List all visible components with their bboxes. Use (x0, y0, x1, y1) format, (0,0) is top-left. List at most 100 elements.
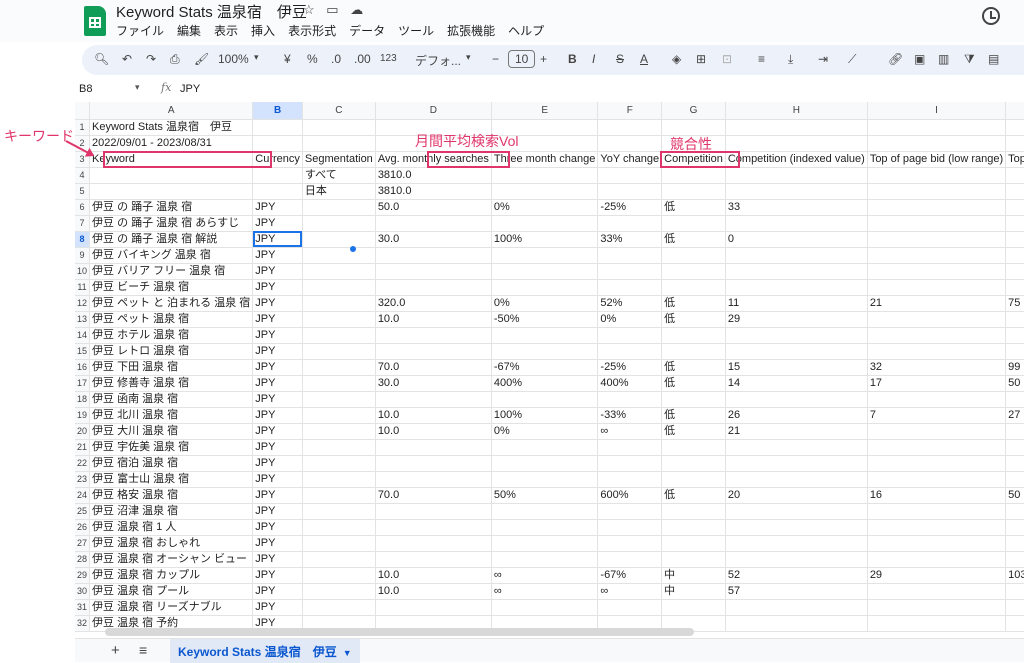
cell[interactable]: 20 (725, 487, 868, 504)
cell[interactable]: 伊豆 温泉 宿 オーシャン ビュー (89, 551, 254, 568)
cell[interactable]: 伊豆 沼津 温泉 宿 (89, 503, 254, 520)
cell[interactable] (725, 519, 868, 536)
cell[interactable] (597, 167, 663, 184)
cell[interactable] (1005, 471, 1024, 488)
currency-format-button[interactable]: ¥ (284, 52, 291, 66)
cell[interactable] (597, 279, 663, 296)
cell[interactable] (1005, 439, 1024, 456)
cell[interactable]: 10.0 (375, 311, 492, 328)
cell[interactable]: 3810.0 (375, 183, 492, 200)
cell[interactable]: 伊豆 温泉 宿 1 人 (89, 519, 254, 536)
cell[interactable]: 中 (661, 583, 726, 600)
cell[interactable]: 99 (1005, 359, 1024, 376)
row-header[interactable]: 30 (75, 583, 90, 600)
italic-icon[interactable]: I (592, 52, 595, 66)
cell[interactable] (491, 247, 599, 264)
insert-link-icon[interactable]: 🔗︎ (888, 52, 903, 66)
cell[interactable] (302, 583, 376, 600)
cell[interactable]: -33% (597, 407, 663, 424)
cell[interactable]: 33 (725, 199, 868, 216)
add-sheet-button[interactable]: + (111, 642, 120, 659)
cell[interactable] (375, 535, 492, 552)
filter-views-icon[interactable]: ▤ (988, 52, 999, 66)
cell[interactable]: 伊豆 レトロ 温泉 宿 (89, 343, 254, 360)
cell[interactable] (491, 167, 599, 184)
cell[interactable]: 33% (597, 231, 663, 248)
cell[interactable] (1005, 135, 1024, 152)
cell[interactable] (252, 119, 303, 136)
cell[interactable] (597, 551, 663, 568)
cell[interactable] (725, 615, 868, 632)
cell[interactable]: JPY (252, 599, 303, 616)
cell[interactable] (375, 455, 492, 472)
cell[interactable] (491, 343, 599, 360)
cell[interactable] (725, 263, 868, 280)
row-header[interactable]: 17 (75, 375, 90, 392)
cell[interactable] (1005, 391, 1024, 408)
cell[interactable] (1005, 263, 1024, 280)
cell[interactable] (302, 423, 376, 440)
cell[interactable] (867, 183, 1007, 200)
cell[interactable] (375, 263, 492, 280)
cell[interactable] (867, 343, 1007, 360)
cell[interactable]: 32 (867, 359, 1007, 376)
row-header[interactable]: 1 (75, 119, 90, 136)
cell[interactable] (597, 263, 663, 280)
cell[interactable]: Top of page bid (low range) (867, 151, 1007, 168)
cell[interactable] (302, 295, 376, 312)
cell[interactable]: JPY (252, 391, 303, 408)
menu-item[interactable]: ファイル (116, 24, 164, 38)
cell[interactable]: 17 (867, 375, 1007, 392)
cell[interactable] (491, 519, 599, 536)
cell[interactable] (725, 535, 868, 552)
cell[interactable] (867, 263, 1007, 280)
cell[interactable]: 0% (597, 311, 663, 328)
cell[interactable] (597, 439, 663, 456)
cell[interactable] (1005, 167, 1024, 184)
menu-item[interactable]: ツール (398, 24, 434, 38)
cell[interactable] (491, 263, 599, 280)
cell[interactable] (661, 279, 726, 296)
cell[interactable] (867, 519, 1007, 536)
text-color-icon[interactable]: A (640, 52, 648, 66)
column-header-g[interactable]: G (661, 102, 726, 120)
cell[interactable] (375, 343, 492, 360)
bold-icon[interactable]: B (568, 52, 577, 66)
cell[interactable]: 70.0 (375, 487, 492, 504)
cell[interactable]: 伊豆 温泉 宿 カップル (89, 567, 254, 584)
cell[interactable]: ∞ (491, 583, 599, 600)
cell[interactable]: -50% (491, 311, 599, 328)
cell[interactable] (867, 423, 1007, 440)
cell[interactable]: JPY (252, 423, 303, 440)
cell[interactable]: 伊豆 の 踊子 温泉 宿 (89, 199, 254, 216)
cell[interactable]: ∞ (491, 567, 599, 584)
cell[interactable] (867, 231, 1007, 248)
cell[interactable] (302, 279, 376, 296)
increase-font-size-icon[interactable]: + (540, 52, 547, 66)
cell[interactable]: Top of page bid (high range) (1005, 151, 1024, 168)
cell[interactable] (1005, 343, 1024, 360)
cell[interactable] (302, 375, 376, 392)
font-select[interactable]: デフォ... (415, 52, 461, 69)
cell[interactable] (1005, 551, 1024, 568)
cell[interactable] (597, 391, 663, 408)
row-header[interactable]: 5 (75, 183, 90, 200)
cell[interactable]: 低 (661, 311, 726, 328)
cell[interactable]: 伊豆 修善寺 温泉 宿 (89, 375, 254, 392)
cell[interactable] (375, 279, 492, 296)
cell[interactable]: JPY (252, 295, 303, 312)
document-title[interactable]: Keyword Stats 温泉宿 伊豆 (116, 1, 307, 22)
cell[interactable]: 50 (1005, 375, 1024, 392)
text-wrapping-icon[interactable]: ⇥ (818, 52, 828, 66)
cell[interactable]: 10.0 (375, 423, 492, 440)
cell[interactable] (302, 567, 376, 584)
cell[interactable] (491, 599, 599, 616)
cell[interactable] (725, 327, 868, 344)
cell[interactable] (89, 167, 254, 184)
cell[interactable] (302, 407, 376, 424)
cell[interactable] (491, 215, 599, 232)
chevron-down-icon[interactable]: ▼ (343, 648, 352, 658)
cell[interactable]: 伊豆 バリア フリー 温泉 宿 (89, 263, 254, 280)
cell[interactable]: 50 (1005, 487, 1024, 504)
print-icon[interactable]: ⎙ (170, 52, 180, 67)
